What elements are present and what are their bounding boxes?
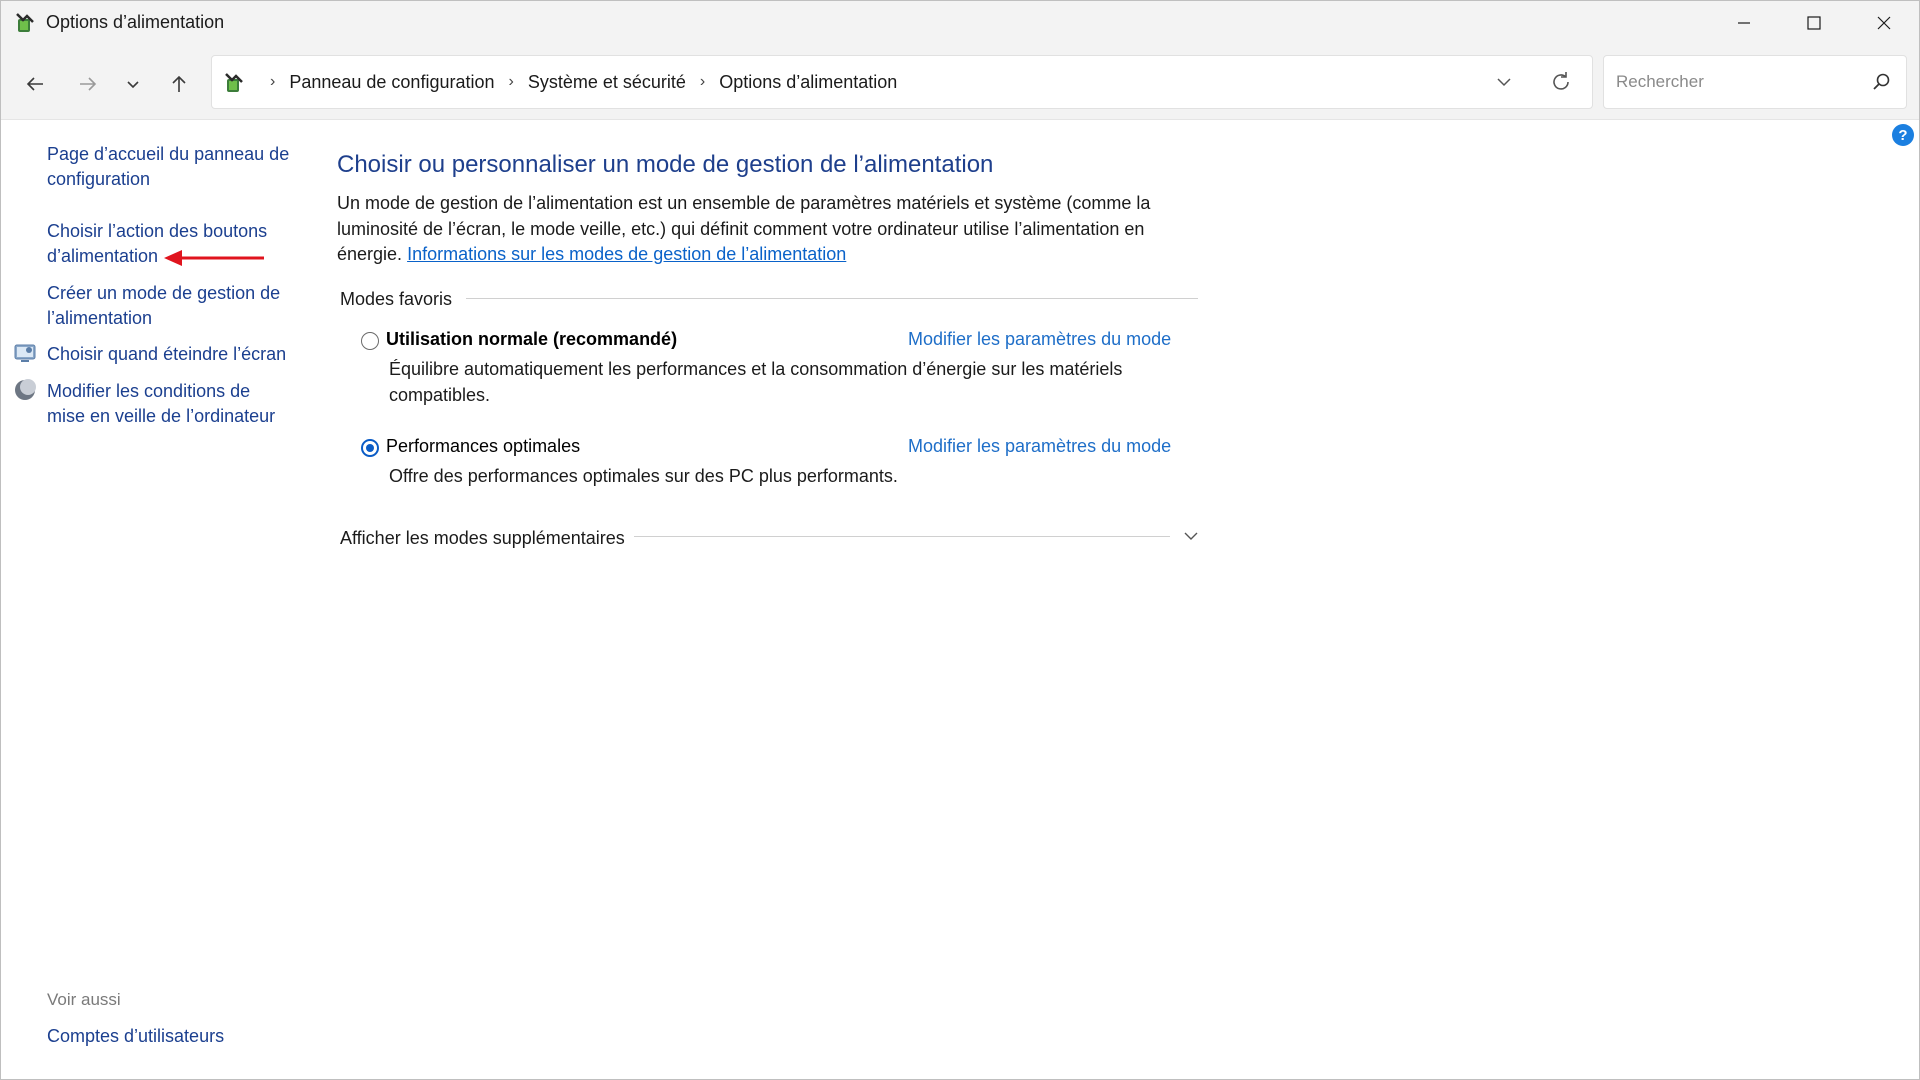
chevron-down-icon[interactable] [1182,527,1200,545]
minimize-button[interactable] [1709,1,1779,45]
change-plan-settings-link[interactable]: Modifier les paramètres du mode [908,436,1171,457]
forward-button[interactable] [72,68,104,100]
up-button[interactable] [163,68,195,100]
display-icon [14,344,36,362]
change-plan-settings-link[interactable]: Modifier les paramètres du mode [908,329,1171,350]
power-plans-info-link[interactable]: Informations sur les modes de gestion de… [407,244,846,264]
search-placeholder: Rechercher [1616,72,1704,91]
group-divider [466,298,1198,299]
plan-radio-high-performance[interactable] [361,439,379,457]
favorites-group-label: Modes favoris [340,289,453,309]
address-bar[interactable]: › Panneau de configuration › Système et … [211,55,1593,109]
page-title: Choisir ou personnaliser un mode de gest… [337,151,994,178]
plan-description-high-performance: Offre des performances optimales sur des… [389,466,898,486]
see-also-label: Voir aussi [47,990,121,1009]
user-accounts-link[interactable]: Comptes d’utilisateurs [47,1026,224,1047]
plan-description-balanced: Équilibre automatiquement les performanc… [389,359,1123,405]
group-divider [634,536,1170,537]
sidebar-item-control-panel-home[interactable]: Page d’accueil du panneau de configurati… [47,142,297,192]
power-options-icon [225,73,243,92]
breadcrumb-separator-icon[interactable]: › [700,73,705,91]
sidebar-item-create-plan[interactable]: Créer un mode de gestion de l’alimentati… [47,281,297,331]
refresh-icon[interactable] [1548,69,1574,95]
search-icon[interactable] [1872,72,1892,92]
plan-name-balanced[interactable]: Utilisation normale (recommandé) [386,329,677,350]
page-description: Un mode de gestion de l’alimentation est… [337,191,1187,268]
close-icon [1877,16,1891,30]
breadcrumb-separator-icon[interactable]: › [509,73,514,91]
plan-name-high-performance[interactable]: Performances optimales [386,436,580,457]
show-additional-plans[interactable]: Afficher les modes supplémentaires [340,528,625,549]
title-bar: Options d’alimentation [1,1,1919,45]
search-input[interactable]: Rechercher [1603,55,1907,109]
breadcrumb: › Panneau de configuration › Système et … [256,56,897,108]
power-options-window: Options d’alimentation › Panneau de conf… [0,0,1920,1080]
breadcrumb-system-security[interactable]: Système et sécurité [528,72,686,93]
arrow-up-icon [172,75,186,92]
breadcrumb-power-options[interactable]: Options d’alimentation [719,72,897,93]
back-button[interactable] [19,68,51,100]
plan-radio-balanced[interactable] [361,332,379,350]
sidebar-item-sleep-settings[interactable]: Modifier les conditions de mise en veill… [47,379,287,429]
recent-locations-button[interactable] [117,68,149,100]
chevron-down-icon[interactable] [1492,70,1516,94]
arrow-left-icon [26,77,43,91]
sidebar-item-turn-off-display[interactable]: Choisir quand éteindre l’écran [47,342,297,367]
annotation-arrow-icon [164,250,264,266]
minimize-icon [1738,22,1750,24]
maximize-button[interactable] [1779,1,1849,45]
navigation-bar: › Panneau de configuration › Système et … [1,45,1919,120]
maximize-icon [1807,16,1821,30]
arrow-right-icon [80,77,97,91]
close-button[interactable] [1849,1,1919,45]
sleep-moon-icon [15,379,36,400]
breadcrumb-control-panel[interactable]: Panneau de configuration [289,72,494,93]
help-button[interactable]: ? [1892,124,1914,146]
chevron-down-icon [127,81,139,89]
breadcrumb-separator-icon[interactable]: › [270,73,275,91]
power-options-icon [16,13,34,32]
window-title: Options d’alimentation [46,12,225,32]
